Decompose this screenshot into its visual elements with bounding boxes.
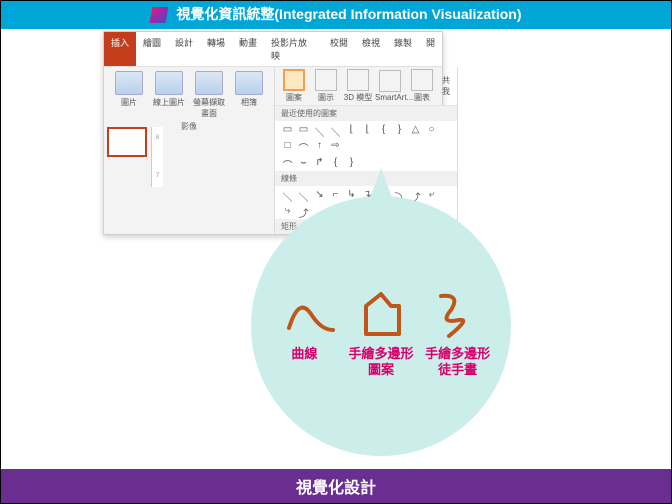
btn-圖表[interactable]: 圖表 (407, 69, 437, 103)
shape-glyph[interactable]: { (329, 156, 342, 169)
shape-icon (315, 69, 337, 91)
btn-3D 模型[interactable]: 3D 模型 (343, 69, 373, 103)
label-curve: 曲線 (266, 346, 342, 377)
tab-插入[interactable]: 插入 (104, 32, 136, 66)
shape-glyph[interactable]: ▭ (281, 123, 294, 136)
label-freeform: 手繪多邊形圖案 (343, 346, 419, 377)
btn-螢幕擷取畫面[interactable]: 螢幕擷取畫面 (190, 71, 228, 119)
logo-icon (149, 7, 168, 23)
shape-glyph[interactable]: ⌊ (361, 123, 374, 136)
sketch-scribble (421, 286, 481, 341)
image-icon (115, 71, 143, 95)
shape-glyph[interactable]: } (393, 123, 406, 136)
shape-icon (379, 70, 401, 92)
shape-glyph[interactable]: } (345, 156, 358, 169)
tab-轉場[interactable]: 轉場 (200, 32, 232, 66)
vertical-ruler: 87 (151, 127, 163, 187)
tab-動畫[interactable]: 動畫 (232, 32, 264, 66)
shape-glyph[interactable]: ＼ (313, 123, 326, 136)
sketch-curve (281, 286, 341, 341)
shape-glyph[interactable]: { (377, 123, 390, 136)
shape-icon (411, 69, 433, 91)
section-recent: 最近使用的圖案 (275, 106, 457, 121)
shape-glyph[interactable]: ⌒ (281, 156, 294, 169)
shape-icon (347, 69, 369, 91)
btn-圖片[interactable]: 圖片 (110, 71, 148, 119)
shape-glyph[interactable]: □ (281, 139, 294, 152)
shape-glyph[interactable]: ○ (425, 123, 438, 136)
image-icon (155, 71, 183, 95)
header-title: 視覺化資訊統整(Integrated Information Visualiza… (176, 6, 521, 22)
slide-thumbnails (107, 127, 149, 157)
sketch-freeform (351, 286, 411, 341)
btn-線上圖片[interactable]: 線上圖片 (150, 71, 188, 119)
tab-開[interactable]: 開 (419, 32, 442, 66)
tab-校閱[interactable]: 校閱 (323, 32, 355, 66)
shape-glyph[interactable]: ⌒ (297, 139, 310, 152)
tab-設計[interactable]: 設計 (168, 32, 200, 66)
sketch-labels: 曲線 手繪多邊形圖案 手繪多邊形徒手畫 (266, 346, 496, 377)
btn-more[interactable]: 共 我 (439, 75, 453, 97)
btn-相簿[interactable]: 相簿 (230, 71, 268, 119)
tab-投影片放映[interactable]: 投影片放映 (264, 32, 323, 66)
btn-圖示[interactable]: 圖示 (311, 69, 341, 103)
shape-glyph[interactable]: ▭ (297, 123, 310, 136)
label-scribble: 手繪多邊形徒手畫 (420, 346, 496, 377)
shape-glyph[interactable]: ↱ (313, 156, 326, 169)
image-icon (195, 71, 223, 95)
btn-圖案[interactable]: 圖案 (279, 69, 309, 103)
tab-錄製[interactable]: 錄製 (387, 32, 419, 66)
header-banner: 視覺化資訊統整(Integrated Information Visualiza… (1, 1, 671, 29)
ribbon-tabs: 插入繪圖設計轉場動畫投影片放映校閱檢視錄製開 (104, 32, 442, 67)
tab-檢視[interactable]: 檢視 (355, 32, 387, 66)
shape-glyph[interactable]: ＼ (329, 123, 342, 136)
footer-banner: 視覺化設計 (1, 469, 671, 503)
shape-icon (283, 69, 305, 91)
shape-glyph[interactable]: ⌣ (297, 156, 310, 169)
image-icon (235, 71, 263, 95)
sketch-row (276, 286, 486, 341)
shape-glyph[interactable]: △ (409, 123, 422, 136)
shape-glyph[interactable]: ↑ (313, 139, 326, 152)
footer-title: 視覺化設計 (296, 480, 376, 497)
shape-glyph[interactable]: ⇨ (329, 139, 342, 152)
droplet-callout: 曲線 手繪多邊形圖案 手繪多邊形徒手畫 (236, 176, 526, 466)
shape-glyph[interactable]: ⌊ (345, 123, 358, 136)
slide-thumbnail[interactable] (107, 127, 147, 157)
btn-SmartArt...[interactable]: SmartArt... (375, 70, 405, 102)
tab-繪圖[interactable]: 繪圖 (136, 32, 168, 66)
